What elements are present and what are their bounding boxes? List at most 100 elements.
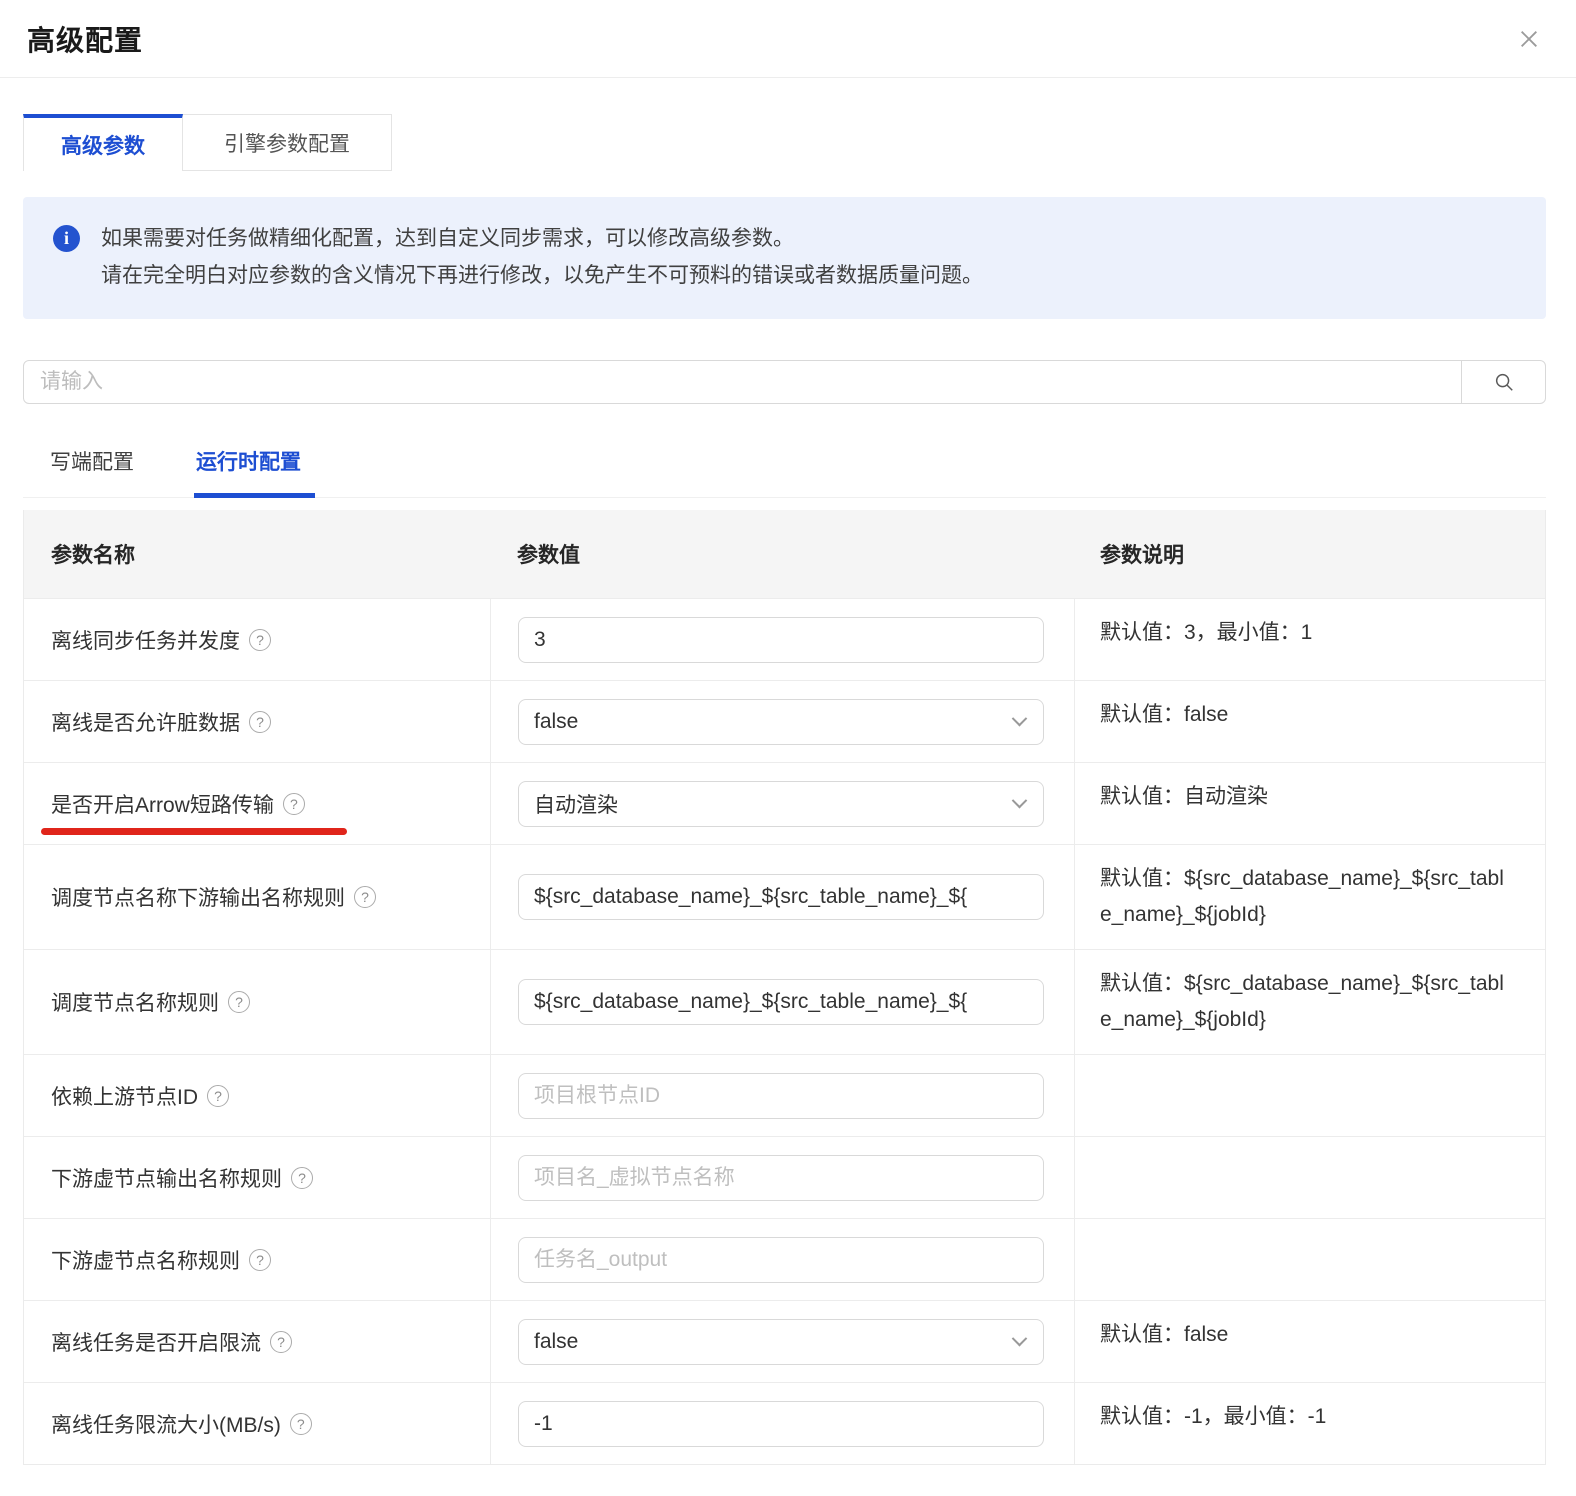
param-value-select[interactable]: false [518, 1319, 1044, 1365]
param-value-cell: 自动渲染 [490, 763, 1075, 844]
close-button[interactable] [1514, 24, 1544, 54]
tab-label: 高级参数 [61, 130, 145, 160]
chevron-down-icon [1012, 711, 1028, 727]
param-name-label: 调度节点名称下游输出名称规则 [51, 882, 345, 912]
param-name-label: 是否开启Arrow短路传输 [51, 789, 274, 819]
param-desc-cell: 默认值：${src_database_name}_${src_table_nam… [1075, 950, 1545, 1054]
param-value-input[interactable] [518, 874, 1044, 920]
param-value-input[interactable] [518, 1401, 1044, 1447]
param-desc-cell [1075, 1219, 1545, 1300]
sub-tabs: 写端配置 运行时配置 [23, 446, 1546, 498]
help-icon[interactable]: ? [354, 886, 376, 908]
parameters-table: 参数名称 参数值 参数说明 离线同步任务并发度 ? 默认值：3，最小值：1 离线… [23, 510, 1546, 1465]
search-group [23, 360, 1546, 404]
table-row: 离线任务是否开启限流 ? false 默认值：false [24, 1300, 1545, 1382]
subtab-runtime-config[interactable]: 运行时配置 [196, 446, 301, 497]
column-header-param-value: 参数值 [490, 510, 1075, 598]
help-icon[interactable]: ? [290, 1413, 312, 1435]
help-icon[interactable]: ? [283, 793, 305, 815]
select-value: false [534, 710, 578, 734]
search-input[interactable] [23, 360, 1462, 404]
param-name-cell: 是否开启Arrow短路传输 ? [24, 763, 490, 844]
param-value-select[interactable]: 自动渲染 [518, 781, 1044, 827]
param-value-input[interactable] [518, 1155, 1044, 1201]
help-icon[interactable]: ? [207, 1085, 229, 1107]
info-banner: i 如果需要对任务做精细化配置，达到自定义同步需求，可以修改高级参数。 请在完全… [23, 197, 1546, 319]
table-row: 依赖上游节点ID ? [24, 1054, 1545, 1136]
top-tabs: 高级参数 引擎参数配置 [23, 114, 1546, 171]
column-header-param-desc: 参数说明 [1075, 510, 1545, 598]
param-value-cell: false [490, 1301, 1075, 1382]
table-body: 离线同步任务并发度 ? 默认值：3，最小值：1 离线是否允许脏数据 ? fals… [24, 598, 1545, 1464]
help-icon[interactable]: ? [291, 1167, 313, 1189]
active-tab-inkbar [194, 493, 315, 498]
param-name-label: 调度节点名称规则 [51, 987, 219, 1017]
chevron-down-icon [1012, 793, 1028, 809]
param-value-input[interactable] [518, 1237, 1044, 1283]
param-value-input[interactable] [518, 617, 1044, 663]
param-desc-cell: 默认值：3，最小值：1 [1075, 599, 1545, 680]
param-name-cell: 调度节点名称规则 ? [24, 950, 490, 1054]
param-value-cell [490, 1055, 1075, 1136]
param-desc-cell: 默认值：自动渲染 [1075, 763, 1545, 844]
param-value-cell [490, 845, 1075, 949]
help-icon[interactable]: ? [249, 1249, 271, 1271]
param-name-cell: 依赖上游节点ID ? [24, 1055, 490, 1136]
table-row: 调度节点名称规则 ? 默认值：${src_database_name}_${sr… [24, 949, 1545, 1054]
info-banner-line1: 如果需要对任务做精细化配置，达到自定义同步需求，可以修改高级参数。 [101, 220, 983, 257]
param-name-label: 下游虚节点名称规则 [51, 1245, 240, 1275]
modal-body: 高级参数 引擎参数配置 i 如果需要对任务做精细化配置，达到自定义同步需求，可以… [0, 114, 1576, 1465]
param-desc-cell [1075, 1137, 1545, 1218]
subtab-writer-config[interactable]: 写端配置 [50, 446, 134, 497]
tab-engine-params[interactable]: 引擎参数配置 [183, 114, 392, 171]
select-value: false [534, 1330, 578, 1354]
help-icon[interactable]: ? [249, 629, 271, 651]
param-value-cell [490, 1219, 1075, 1300]
info-icon: i [53, 225, 80, 252]
subtab-label: 运行时配置 [196, 451, 301, 474]
param-desc-cell: 默认值：false [1075, 1301, 1545, 1382]
param-name-label: 离线任务是否开启限流 [51, 1327, 261, 1357]
info-banner-text: 如果需要对任务做精细化配置，达到自定义同步需求，可以修改高级参数。 请在完全明白… [101, 220, 983, 294]
modal-title: 高级配置 [27, 19, 143, 59]
table-row: 调度节点名称下游输出名称规则 ? 默认值：${src_database_name… [24, 844, 1545, 949]
search-icon [1493, 371, 1515, 393]
param-desc-cell: 默认值：${src_database_name}_${src_table_nam… [1075, 845, 1545, 949]
param-name-label: 离线同步任务并发度 [51, 625, 240, 655]
table-row: 是否开启Arrow短路传输 ? 自动渲染 默认值：自动渲染 [24, 762, 1545, 844]
param-value-cell: false [490, 681, 1075, 762]
help-icon[interactable]: ? [249, 711, 271, 733]
table-row: 下游虚节点名称规则 ? [24, 1218, 1545, 1300]
param-name-label: 离线是否允许脏数据 [51, 707, 240, 737]
red-underline-annotation [41, 828, 347, 835]
param-name-label: 依赖上游节点ID [51, 1081, 198, 1111]
param-name-cell: 调度节点名称下游输出名称规则 ? [24, 845, 490, 949]
table-row: 离线是否允许脏数据 ? false 默认值：false [24, 680, 1545, 762]
chevron-down-icon [1012, 1331, 1028, 1347]
param-desc-cell: 默认值：-1，最小值：-1 [1075, 1383, 1545, 1464]
param-name-label: 下游虚节点输出名称规则 [51, 1163, 282, 1193]
param-value-cell [490, 599, 1075, 680]
column-header-param-name: 参数名称 [24, 510, 490, 598]
param-desc-cell: 默认值：false [1075, 681, 1545, 762]
tab-advanced-params[interactable]: 高级参数 [23, 114, 183, 171]
table-row: 下游虚节点输出名称规则 ? [24, 1136, 1545, 1218]
param-value-select[interactable]: false [518, 699, 1044, 745]
param-name-label: 离线任务限流大小(MB/s) [51, 1409, 281, 1439]
param-name-cell: 下游虚节点名称规则 ? [24, 1219, 490, 1300]
subtab-label: 写端配置 [50, 451, 134, 474]
param-value-input[interactable] [518, 1073, 1044, 1119]
param-name-cell: 离线是否允许脏数据 ? [24, 681, 490, 762]
help-icon[interactable]: ? [270, 1331, 292, 1353]
param-value-cell [490, 950, 1075, 1054]
param-value-input[interactable] [518, 979, 1044, 1025]
info-banner-line2: 请在完全明白对应参数的含义情况下再进行修改，以免产生不可预料的错误或者数据质量问… [101, 257, 983, 294]
select-value: 自动渲染 [534, 789, 618, 819]
table-row: 离线任务限流大小(MB/s) ? 默认值：-1，最小值：-1 [24, 1382, 1545, 1464]
table-row: 离线同步任务并发度 ? 默认值：3，最小值：1 [24, 598, 1545, 680]
help-icon[interactable]: ? [228, 991, 250, 1013]
param-name-cell: 下游虚节点输出名称规则 ? [24, 1137, 490, 1218]
search-button[interactable] [1461, 360, 1546, 404]
modal-header: 高级配置 [0, 0, 1576, 78]
table-header-row: 参数名称 参数值 参数说明 [24, 510, 1545, 598]
